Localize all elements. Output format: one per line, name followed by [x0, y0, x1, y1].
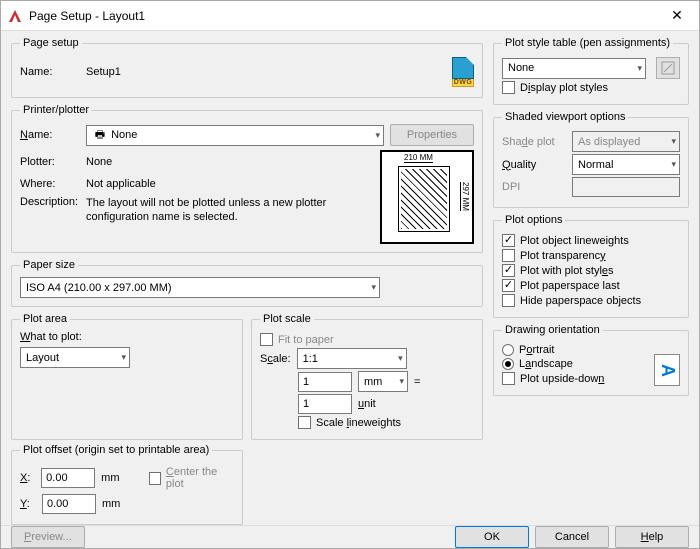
plot-area-legend: Plot area	[20, 313, 70, 325]
svo-legend: Shaded viewport options	[502, 111, 628, 123]
app-icon	[7, 8, 23, 24]
unit-label: unit	[358, 398, 376, 410]
equals-label: =	[414, 376, 420, 388]
display-plot-styles-checkbox[interactable]: Display plot styles	[502, 81, 680, 94]
quality-select[interactable]: Normal▾	[572, 154, 680, 175]
plot-with-styles-checkbox[interactable]: Plot with plot styles	[502, 264, 680, 277]
fit-to-paper-checkbox: Fit to paper	[260, 333, 474, 346]
close-button[interactable]: ✕	[655, 1, 699, 30]
pst-select[interactable]: None▾	[502, 58, 646, 79]
desc-value: The layout will not be plotted unless a …	[86, 196, 372, 224]
orientation-legend: Drawing orientation	[502, 324, 603, 336]
x-unit: mm	[101, 472, 119, 484]
printer-group: Printer/plotter Name: 🖶 None ▾ Propertie…	[11, 104, 483, 253]
y-label: Y:	[20, 498, 36, 510]
cancel-button[interactable]: Cancel	[535, 526, 609, 548]
dialog-footer: Preview... OK Cancel Help	[1, 525, 699, 548]
dwg-icon: DWG	[452, 57, 474, 87]
x-input[interactable]	[41, 468, 95, 488]
y-input[interactable]	[42, 494, 96, 514]
pst-edit-button[interactable]	[656, 57, 680, 79]
properties-button[interactable]: Properties	[390, 124, 474, 146]
shade-plot-select: As displayed▾	[572, 131, 680, 152]
plot-area-group: Plot area What to plot: Layout▾	[11, 313, 243, 440]
where-value: Not applicable	[86, 178, 156, 190]
shaded-viewport-group: Shaded viewport options Shade plot As di…	[493, 111, 689, 208]
preview-button[interactable]: Preview...	[11, 526, 85, 548]
plot-options-group: Plot options Plot object lineweights Plo…	[493, 214, 689, 318]
page-setup-name-value: Setup1	[86, 66, 121, 78]
printer-legend: Printer/plotter	[20, 104, 92, 116]
printer-name-label: Name:	[20, 129, 80, 141]
scale-select[interactable]: 1:1▾	[297, 348, 407, 369]
plot-offset-legend: Plot offset (origin set to printable are…	[20, 444, 212, 456]
ok-button[interactable]: OK	[455, 526, 529, 548]
hide-paperspace-checkbox[interactable]: Hide paperspace objects	[502, 294, 680, 307]
page-setup-group: Page setup Name: Setup1 DWG	[11, 37, 483, 98]
plot-options-legend: Plot options	[502, 214, 565, 226]
plotter-value: None	[86, 156, 112, 168]
pen-icon	[661, 61, 675, 75]
titlebar: Page Setup - Layout1 ✕	[1, 1, 699, 31]
quality-label: Quality	[502, 159, 566, 171]
plot-paperspace-last-checkbox[interactable]: Plot paperspace last	[502, 279, 680, 292]
paper-size-select[interactable]: ISO A4 (210.00 x 297.00 MM)▾	[20, 277, 380, 298]
center-plot-checkbox: Center the plot	[149, 466, 234, 490]
where-label: Where:	[20, 178, 80, 190]
what-to-plot-select[interactable]: Layout▾	[20, 347, 130, 368]
page-setup-legend: Page setup	[20, 37, 82, 49]
printer-name-select[interactable]: 🖶 None ▾	[86, 125, 384, 146]
paper-size-legend: Paper size	[20, 259, 78, 271]
page-setup-dialog: Page Setup - Layout1 ✕ Page setup Name: …	[0, 0, 700, 549]
scale-label: Scale:	[260, 353, 291, 365]
scale-den-input[interactable]	[298, 394, 352, 414]
paper-preview: 210 MM 297 MM	[380, 150, 474, 244]
x-label: X:	[20, 472, 35, 484]
page-setup-name-label: Name:	[20, 66, 80, 78]
dpi-input	[572, 177, 680, 197]
help-button[interactable]: Help	[615, 526, 689, 548]
plot-offset-group: Plot offset (origin set to printable are…	[11, 444, 243, 525]
scale-lineweights-checkbox[interactable]: Scale lineweights	[298, 416, 474, 429]
plot-lineweights-checkbox[interactable]: Plot object lineweights	[502, 234, 680, 247]
plot-scale-group: Plot scale Fit to paper Scale: 1:1▾ mm▾ …	[251, 313, 483, 440]
scale-unit-select[interactable]: mm▾	[358, 371, 408, 392]
orientation-group: Drawing orientation Portrait Landscape P…	[493, 324, 689, 396]
y-unit: mm	[102, 498, 120, 510]
paper-size-group: Paper size ISO A4 (210.00 x 297.00 MM)▾	[11, 259, 483, 307]
window-title: Page Setup - Layout1	[29, 9, 655, 23]
dpi-label: DPI	[502, 181, 566, 193]
scale-num-input[interactable]	[298, 372, 352, 392]
plotter-label: Plotter:	[20, 156, 80, 168]
desc-label: Description:	[20, 196, 80, 208]
what-to-plot-label: What to plot:	[20, 331, 234, 343]
plot-style-table-group: Plot style table (pen assignments) None▾…	[493, 37, 689, 105]
printer-icon: 🖶	[92, 126, 108, 145]
plot-transparency-checkbox[interactable]: Plot transparency	[502, 249, 680, 262]
plot-scale-legend: Plot scale	[260, 313, 314, 325]
shade-plot-label: Shade plot	[502, 136, 566, 148]
orientation-icon: A	[654, 354, 680, 386]
pst-legend: Plot style table (pen assignments)	[502, 37, 673, 49]
